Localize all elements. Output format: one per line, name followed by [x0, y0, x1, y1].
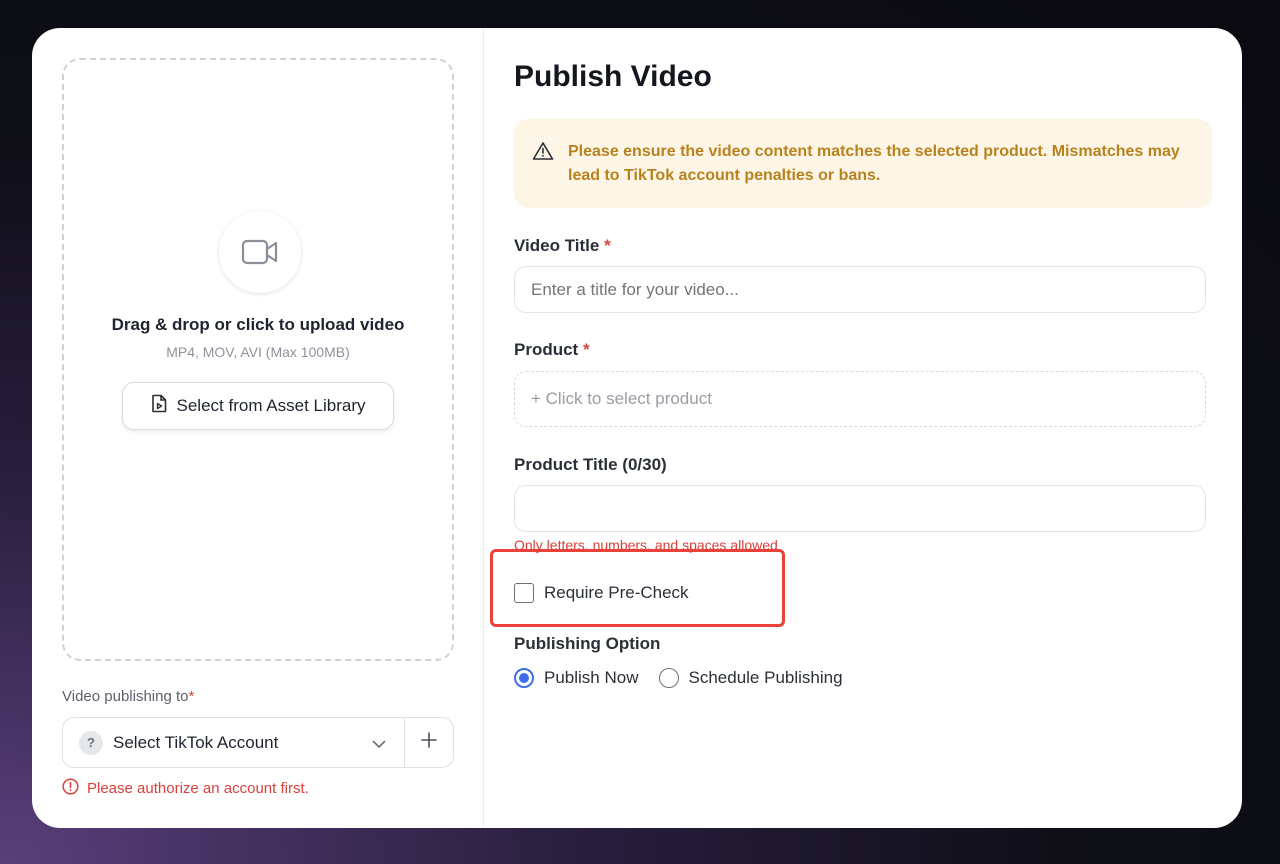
warning-banner: Please ensure the video content matches … [514, 119, 1212, 208]
product-label: Product * [514, 340, 590, 360]
question-icon: ? [79, 730, 103, 755]
publishing-to-text: Video publishing to [62, 688, 189, 705]
publishing-option-group: Publish Now Schedule Publishing [514, 668, 843, 688]
add-account-button[interactable] [405, 718, 453, 767]
select-product-field[interactable]: + Click to select product [514, 371, 1206, 427]
video-dropzone[interactable]: Drag & drop or click to upload video MP4… [62, 58, 454, 661]
precheck-label: Require Pre-Check [544, 583, 689, 602]
dropzone-subtitle: MP4, MOV, AVI (Max 100MB) [166, 344, 350, 360]
authorize-error-text: Please authorize an account first. [87, 780, 309, 797]
publish-now-label: Publish Now [544, 668, 639, 687]
publish-now-radio[interactable]: Publish Now [514, 668, 639, 688]
tiktok-account-select[interactable]: ? Select TikTok Account [63, 718, 405, 767]
video-title-label: Video Title * [514, 236, 611, 256]
checkbox-box[interactable] [514, 583, 534, 603]
require-precheck-checkbox[interactable]: Require Pre-Check [514, 583, 689, 603]
required-mark: * [582, 340, 590, 359]
asset-button-label: Select from Asset Library [176, 396, 366, 415]
schedule-publishing-radio[interactable]: Schedule Publishing [658, 668, 843, 688]
product-label-text: Product [514, 340, 579, 359]
required-mark: * [188, 688, 195, 705]
product-title-input[interactable] [514, 485, 1206, 532]
publishing-to-label: Video publishing to* [62, 688, 194, 705]
schedule-label: Schedule Publishing [688, 668, 843, 687]
radio-unselected[interactable] [658, 668, 679, 688]
account-select-label: Select TikTok Account [113, 732, 279, 752]
video-title-label-text: Video Title [514, 236, 600, 255]
account-selector: ? Select TikTok Account [62, 717, 454, 768]
file-video-icon [151, 394, 167, 418]
publish-form: Publish Video Please ensure the video co… [484, 28, 1242, 828]
required-mark: * [604, 236, 611, 255]
warning-text: Please ensure the video content matches … [568, 143, 1180, 184]
upload-panel: Drag & drop or click to upload video MP4… [32, 28, 484, 828]
publish-dialog: Drag & drop or click to upload video MP4… [32, 28, 1242, 828]
plus-icon [421, 732, 437, 753]
video-camera-icon [219, 211, 301, 293]
authorize-error: Please authorize an account first. [62, 778, 309, 799]
select-asset-library-button[interactable]: Select from Asset Library [122, 382, 394, 430]
error-circle-icon [62, 778, 79, 799]
warning-triangle-icon [532, 141, 554, 169]
chevron-down-icon [372, 734, 386, 754]
publishing-option-label: Publishing Option [514, 634, 661, 653]
page-title: Publish Video [514, 60, 712, 93]
radio-selected[interactable] [514, 668, 534, 688]
product-title-label: Product Title (0/30) [514, 455, 667, 474]
video-title-input[interactable] [514, 266, 1206, 313]
dropzone-title: Drag & drop or click to upload video [111, 315, 405, 334]
product-placeholder: + Click to select product [531, 389, 712, 408]
